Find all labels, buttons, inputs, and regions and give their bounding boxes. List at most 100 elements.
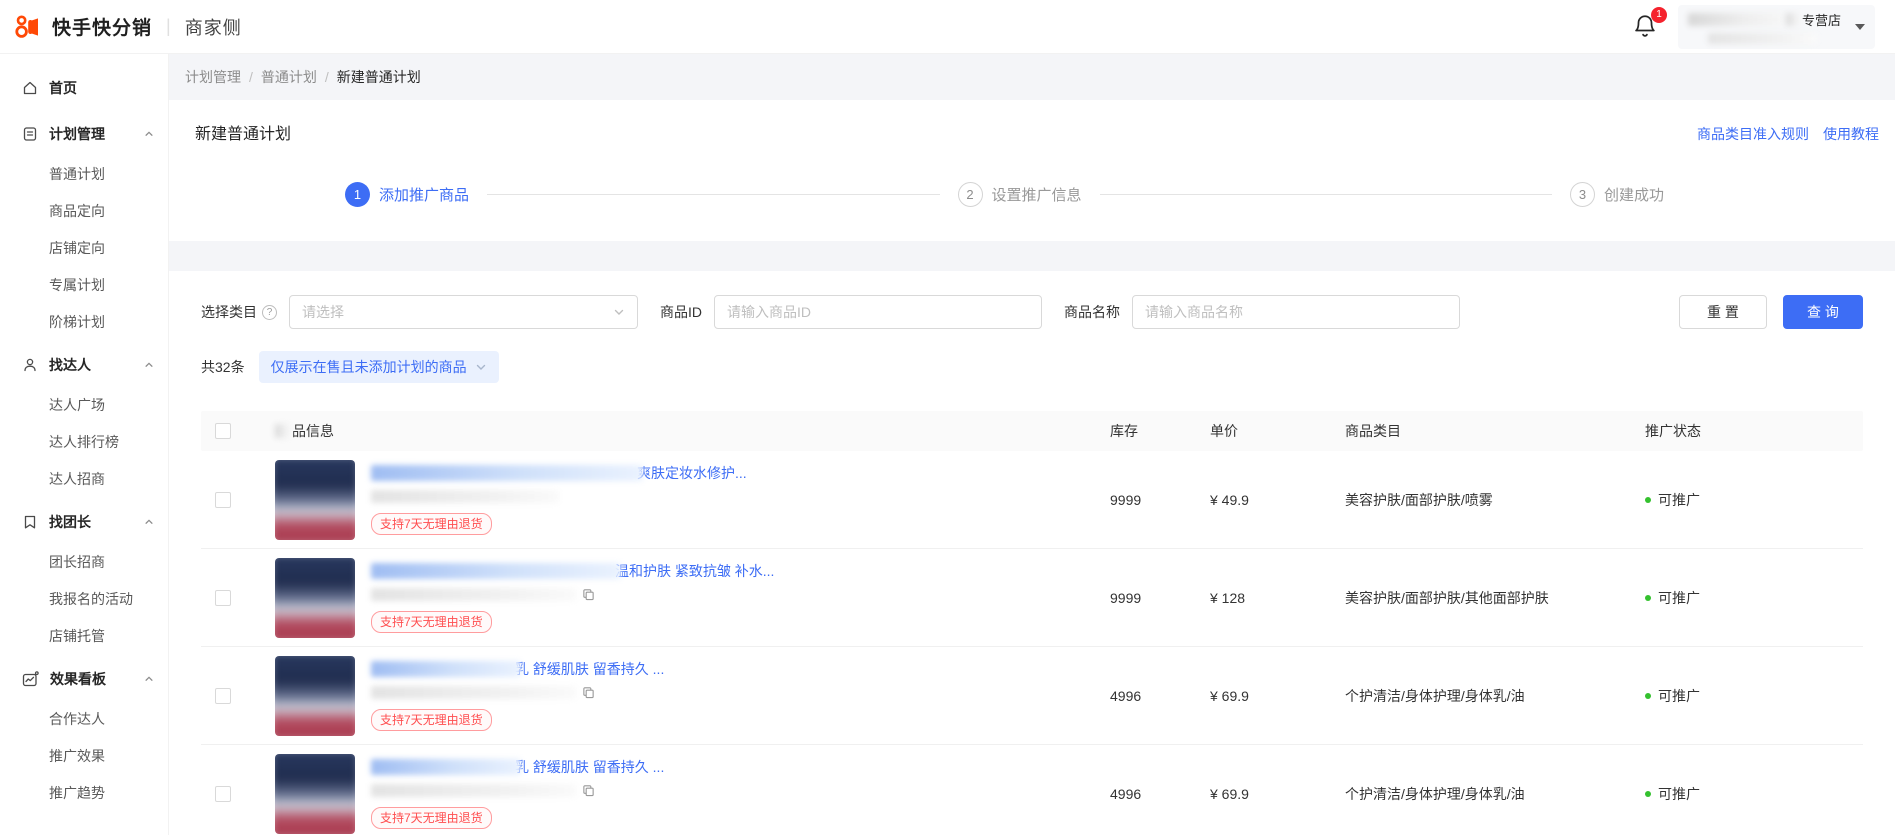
price-value: ¥ 69.9 bbox=[1210, 687, 1249, 704]
chevron-up-icon bbox=[144, 360, 154, 370]
kuaishou-logo-icon bbox=[14, 13, 42, 41]
status-text: 可推广 bbox=[1658, 491, 1700, 508]
notification-bell-icon[interactable]: 1 bbox=[1632, 6, 1667, 41]
product-image bbox=[275, 754, 355, 834]
reset-button[interactable]: 重 置 bbox=[1679, 295, 1767, 329]
col-category: 商品类目 bbox=[1345, 423, 1401, 439]
sidebar-item-label: 找达人 bbox=[49, 357, 91, 373]
tutorial-link[interactable]: 使用教程 bbox=[1823, 124, 1879, 144]
sidebar-subitem-达人招商[interactable]: 达人招商 bbox=[0, 461, 168, 498]
chevron-up-icon bbox=[144, 129, 154, 139]
product-title-link[interactable]: 爽肤定妆水修护... bbox=[637, 463, 747, 483]
sidebar-subitem-团长招商[interactable]: 团长招商 bbox=[0, 544, 168, 581]
query-button[interactable]: 查 询 bbox=[1783, 295, 1863, 329]
breadcrumb-current: 新建普通计划 bbox=[336, 69, 421, 85]
sidebar-subitem-推广效果[interactable]: 推广效果 bbox=[0, 738, 168, 775]
price-value: ¥ 128 bbox=[1210, 589, 1246, 606]
sidebar-subitem-普通计划[interactable]: 普通计划 bbox=[0, 156, 168, 193]
home-icon bbox=[22, 80, 38, 96]
account-menu[interactable]: 专营店 bbox=[1677, 4, 1875, 49]
category-value: 美容护肤/面部护肤/喷雾 bbox=[1345, 491, 1493, 508]
breadcrumb-separator: / bbox=[249, 69, 253, 85]
step-1-add-products: 1 添加推广商品 bbox=[345, 182, 469, 207]
section-gap bbox=[169, 241, 1895, 271]
table-row: 爽肤定妆水修护... 支持7天无理由退货 9999 ¥ 49.9 美容护肤/面部护肤/喷… bbox=[201, 451, 1863, 549]
product-id-input[interactable] bbox=[714, 295, 1042, 329]
sidebar-subitem-店铺定向[interactable]: 店铺定向 bbox=[0, 230, 168, 267]
sidebar-subitem-阶梯计划[interactable]: 阶梯计划 bbox=[0, 304, 168, 341]
page-title: 新建普通计划 bbox=[195, 126, 292, 143]
return-policy-tag: 支持7天无理由退货 bbox=[371, 611, 492, 633]
product-title-link[interactable]: 乳 舒缓肌肤 留香持久 ... bbox=[515, 757, 664, 777]
plan-header-card: 新建普通计划 商品类目准入规则 使用教程 1 添加推广商品 2 设置推广信息 3 bbox=[169, 100, 1895, 241]
copy-icon[interactable] bbox=[582, 588, 595, 601]
product-select-card: 选择类目 ? 请选择 商品ID 商品名称 bbox=[169, 271, 1895, 835]
copy-icon[interactable] bbox=[582, 686, 595, 699]
category-select[interactable]: 请选择 bbox=[289, 295, 638, 329]
sidebar-subitem-商品定向[interactable]: 商品定向 bbox=[0, 193, 168, 230]
table-row: 温和护肤 紧致抗皱 补水... 支持7天无理由退货 9999 ¥ 128 美容护肤/面部… bbox=[201, 549, 1863, 647]
product-name-filter-group: 商品名称 bbox=[1064, 295, 1460, 329]
return-policy-tag: 支持7天无理由退货 bbox=[371, 709, 492, 731]
sidebar-item-找团长[interactable]: 找团长 bbox=[0, 500, 168, 544]
product-title-link[interactable]: 温和护肤 紧致抗皱 补水... bbox=[615, 561, 774, 581]
sidebar-item-效果看板[interactable]: 效果看板 bbox=[0, 657, 168, 701]
chart-icon bbox=[22, 670, 39, 688]
step-3-label: 创建成功 bbox=[1604, 187, 1665, 204]
product-title-redacted bbox=[371, 465, 643, 481]
product-id-redacted bbox=[371, 784, 576, 797]
table-row: 乳 舒缓肌肤 留香持久 ... 支持7天无理由退货 4996 ¥ 69.9 个护清洁/身… bbox=[201, 745, 1863, 835]
sidebar-subitem-达人广场[interactable]: 达人广场 bbox=[0, 387, 168, 424]
row-checkbox[interactable] bbox=[215, 491, 231, 508]
sidebar-item-计划管理[interactable]: 计划管理 bbox=[0, 112, 168, 156]
sidebar-section-1: 计划管理 普通计划 商品定向 店铺定向 专属计划 阶梯计划 bbox=[0, 112, 168, 341]
help-links: 商品类目准入规则 使用教程 bbox=[1697, 124, 1879, 144]
help-question-icon[interactable]: ? bbox=[262, 304, 277, 320]
product-info: 乳 舒缓肌肤 留香持久 ... 支持7天无理由退货 bbox=[371, 758, 664, 829]
return-policy-tag: 支持7天无理由退货 bbox=[371, 513, 492, 535]
status-dot-icon bbox=[1645, 692, 1651, 699]
sidebar-item-首页[interactable]: 首页 bbox=[0, 66, 168, 110]
row-checkbox[interactable] bbox=[215, 589, 231, 606]
status-dot-icon bbox=[1645, 790, 1651, 797]
chevron-down-icon bbox=[613, 306, 625, 318]
price-value: ¥ 69.9 bbox=[1210, 785, 1249, 802]
col-product-info: 品信息 bbox=[292, 423, 334, 439]
sidebar-subitem-专属计划[interactable]: 专属计划 bbox=[0, 267, 168, 304]
category-value: 个护清洁/身体护理/身体乳/油 bbox=[1345, 785, 1525, 802]
row-checkbox[interactable] bbox=[215, 687, 231, 704]
product-info: 爽肤定妆水修护... 支持7天无理由退货 bbox=[371, 464, 747, 535]
brand-divider: | bbox=[166, 16, 171, 36]
sidebar-subitem-推广趋势[interactable]: 推广趋势 bbox=[0, 775, 168, 812]
product-id-filter-group: 商品ID bbox=[660, 295, 1042, 329]
sidebar-subitem-达人排行榜[interactable]: 达人排行榜 bbox=[0, 424, 168, 461]
stock-value: 9999 bbox=[1110, 589, 1142, 606]
table-header: 品信息 库存 单价 商品类目 推广状态 bbox=[201, 411, 1863, 451]
product-id-label: 商品ID bbox=[660, 304, 702, 320]
onsale-filter-chip[interactable]: 仅展示在售且未添加计划的商品 bbox=[258, 351, 499, 383]
product-name-input[interactable] bbox=[1132, 295, 1460, 329]
sidebar-subitem-合作达人[interactable]: 合作达人 bbox=[0, 701, 168, 738]
sidebar-subitem-我报名的活动[interactable]: 我报名的活动 bbox=[0, 581, 168, 618]
sidebar-subitem-店铺托管[interactable]: 店铺托管 bbox=[0, 618, 168, 655]
product-info: 乳 舒缓肌肤 留香持久 ... 支持7天无理由退货 bbox=[371, 660, 664, 731]
product-title-redacted bbox=[371, 563, 621, 579]
select-all-checkbox[interactable] bbox=[215, 423, 231, 439]
product-table: 品信息 库存 单价 商品类目 推广状态 爽肤定妆水修护... 支持7天无理由退货 9… bbox=[201, 411, 1863, 835]
chevron-up-icon bbox=[144, 674, 154, 684]
plan-icon bbox=[22, 126, 38, 142]
breadcrumb-normal-plan[interactable]: 普通计划 bbox=[261, 67, 317, 87]
header-redacted bbox=[275, 424, 290, 438]
category-value: 个护清洁/身体护理/身体乳/油 bbox=[1345, 687, 1525, 704]
breadcrumb-plan-management[interactable]: 计划管理 bbox=[185, 67, 241, 87]
breadcrumb: 计划管理 / 普通计划 / 新建普通计划 bbox=[169, 54, 1895, 100]
product-title-link[interactable]: 乳 舒缓肌肤 留香持久 ... bbox=[515, 659, 664, 679]
row-checkbox[interactable] bbox=[215, 785, 231, 802]
copy-icon[interactable] bbox=[582, 784, 595, 797]
sidebar-item-找达人[interactable]: 找达人 bbox=[0, 343, 168, 387]
sidebar-item-label: 首页 bbox=[49, 80, 77, 96]
product-title-redacted bbox=[371, 661, 521, 677]
category-rules-link[interactable]: 商品类目准入规则 bbox=[1697, 124, 1809, 144]
stock-value: 9999 bbox=[1110, 491, 1142, 508]
status-text: 可推广 bbox=[1658, 687, 1700, 704]
